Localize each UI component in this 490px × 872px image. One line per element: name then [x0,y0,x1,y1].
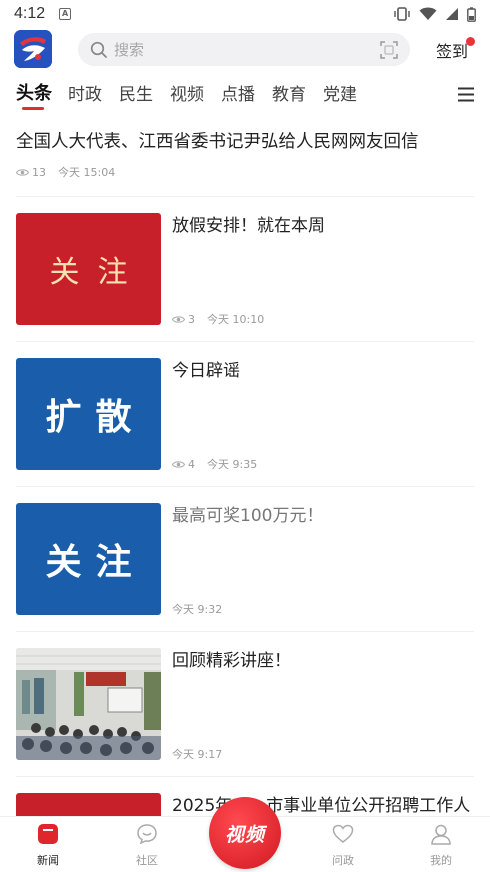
menu-icon[interactable] [458,87,474,102]
profile-icon [431,824,451,845]
nav-news[interactable]: 新闻 [18,823,78,868]
nav-inquiry[interactable]: 问政 [313,823,373,868]
active-tab-indicator [22,107,44,110]
list-item[interactable]: 关注 最高可奖100万元！ 今天 9:32 [16,503,474,617]
publish-time: 今天 10:10 [207,313,265,326]
search-placeholder: 搜索 [114,41,145,59]
divider [16,341,474,342]
item-meta: 4 今天 9:35 [172,456,257,472]
community-icon [137,824,157,845]
nav-label: 我的 [430,854,452,867]
view-count: 4 [188,457,195,471]
notification-icon: A [59,8,72,20]
channel-tabs: 头条 时政 民生 视频 点播 教育 党建 [0,76,490,116]
nav-community[interactable]: 社区 [117,823,177,868]
header: 搜索 签到 [0,28,490,72]
top-article-title: 全国人大代表、江西省委书记尹弘给人民网网友回信 [16,132,419,152]
list-item[interactable]: 回顾精彩讲座！ 今天 9:17 [16,648,474,762]
divider [16,776,474,777]
lecture-photo-icon [16,648,161,760]
view-count: 13 [32,165,46,179]
view-count: 3 [188,312,195,326]
tab-video[interactable]: 视频 [170,80,204,105]
top-article[interactable]: 全国人大代表、江西省委书记尹弘给人民网网友回信 13 今天 15:04 [16,128,474,180]
publish-time: 今天 15:04 [58,166,116,179]
views-icon [172,315,185,323]
tab-livelihood[interactable]: 民生 [119,80,153,105]
bottom-nav: 新闻 社区 视频 问政 我的 [0,797,490,872]
thumbnail-photo [16,648,161,760]
nav-label: 新闻 [37,854,59,867]
item-meta: 今天 9:32 [172,601,222,617]
signal-icon [446,8,458,20]
nav-profile[interactable]: 我的 [411,823,471,868]
publish-time: 今天 9:17 [172,748,223,761]
item-meta: 3 今天 10:10 [172,311,264,327]
status-bar: 4:12 A [0,0,490,28]
sign-in-button[interactable]: 签到 [436,38,468,62]
thumbnail: 关注 [16,503,161,615]
divider [16,631,474,632]
thumbnail-text: 关注 [45,542,146,583]
tab-education[interactable]: 教育 [272,80,306,105]
news-icon [38,824,58,844]
sign-in-badge [466,37,475,46]
nav-video[interactable]: 视频 [209,797,281,869]
list-item[interactable]: 扩散 今日辟谣 4 今天 9:35 [16,358,474,472]
tab-headline[interactable]: 头条 [16,79,52,105]
thumbnail-text: 关注 [49,255,146,290]
thumbnail: 关注 [16,213,161,325]
item-title: 回顾精彩讲座！ [172,651,291,671]
top-article-meta: 13 今天 15:04 [16,164,474,180]
wifi-icon [419,7,437,20]
status-time: 4:12 [14,5,46,22]
views-icon [172,460,185,468]
item-title: 今日辟谣 [172,361,240,381]
app-logo[interactable] [14,30,52,68]
scan-icon[interactable] [380,40,398,59]
nav-label: 社区 [136,854,158,867]
tab-on-demand[interactable]: 点播 [221,80,255,105]
item-title: 最高可奖100万元！ [172,506,324,526]
item-title: 放假安排！就在本周 [172,216,325,236]
logo-mark-icon [14,30,52,68]
thumbnail-text: 扩散 [45,397,146,438]
nav-label: 问政 [332,854,354,867]
search-icon [90,41,107,58]
item-meta: 今天 9:17 [172,746,222,762]
battery-icon [467,6,476,22]
status-icons [393,6,476,22]
views-icon [16,168,29,176]
vibrate-icon [394,7,410,21]
search-input[interactable]: 搜索 [78,33,410,66]
thumbnail: 扩散 [16,358,161,470]
publish-time: 今天 9:32 [172,603,223,616]
publish-time: 今天 9:35 [207,458,258,471]
tab-party-building[interactable]: 党建 [323,80,357,105]
divider [16,196,474,197]
nav-video-label: 视频 [224,823,265,846]
heart-icon [332,824,354,843]
list-item[interactable]: 关注 放假安排！就在本周 3 今天 10:10 [16,213,474,327]
divider [16,486,474,487]
tab-politics[interactable]: 时政 [68,80,102,105]
